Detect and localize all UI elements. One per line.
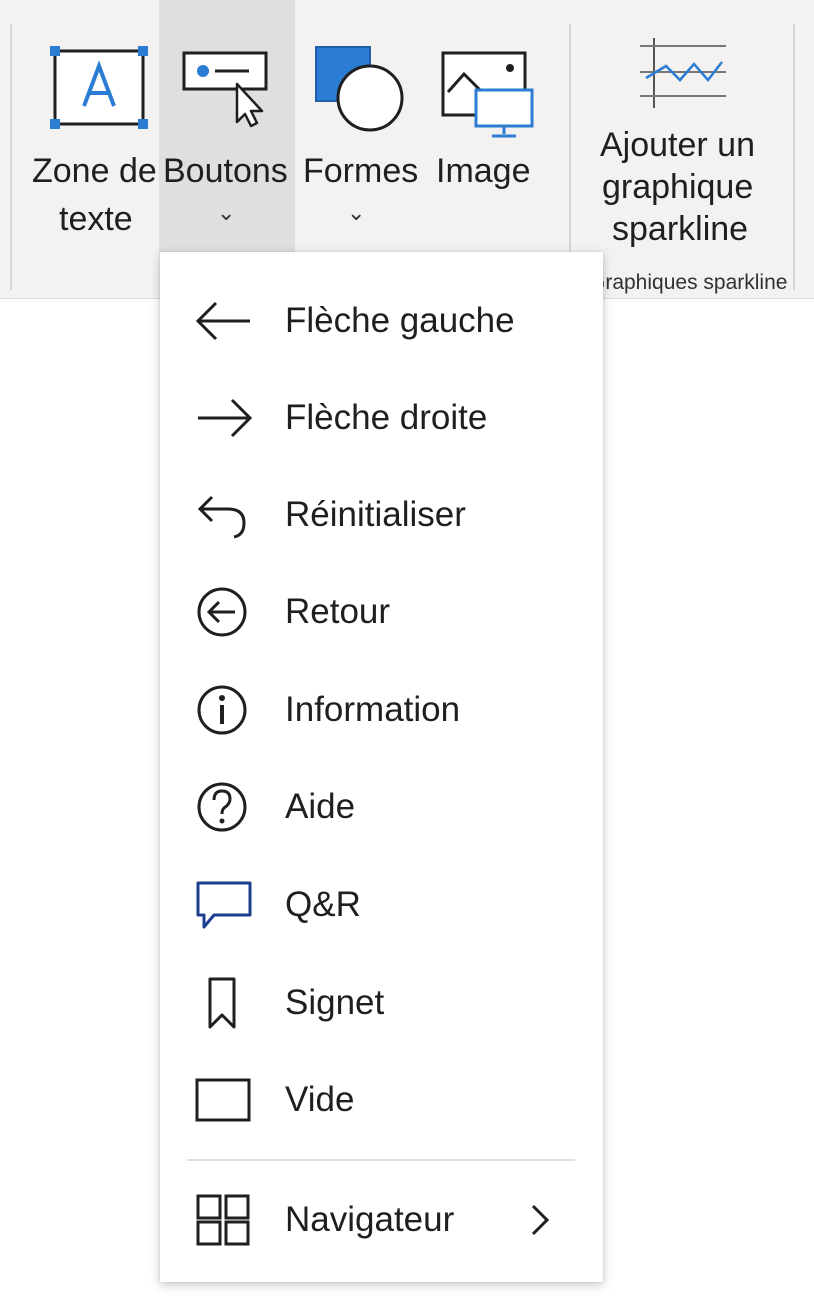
text-box-button[interactable]: Zone de texte <box>22 0 162 254</box>
text-box-icon <box>50 46 148 129</box>
add-sparkline-button[interactable]: Ajouter un graphique sparkline <box>580 0 785 254</box>
help-icon <box>197 782 247 832</box>
menu-item-bookmark[interactable]: Signet <box>160 955 603 1051</box>
sparkline-label-line3: sparkline <box>612 210 749 248</box>
menu-item-label: Information <box>285 690 461 729</box>
menu-item-label: Retour <box>285 592 391 631</box>
back-circle-icon <box>197 587 247 637</box>
menu-item-label: Réinitialiser <box>285 495 466 534</box>
menu-item-label: Flèche droite <box>285 398 488 437</box>
menu-item-label: Vide <box>285 1080 355 1119</box>
menu-item-label: Aide <box>285 787 356 826</box>
menu-item-navigator[interactable]: Navigateur <box>160 1172 603 1268</box>
menu-item-qna[interactable]: Q&R <box>160 857 603 953</box>
ribbon-separator <box>10 24 12 290</box>
text-box-label-line1: Zone de <box>32 152 157 190</box>
image-label: Image <box>436 152 531 190</box>
menu-item-label: Q&R <box>285 885 361 924</box>
navigator-icon <box>196 1194 250 1246</box>
reset-icon <box>197 495 246 539</box>
text-box-label-line2: texte <box>59 200 133 238</box>
menu-divider <box>187 1159 575 1161</box>
image-button[interactable]: Image <box>428 0 552 254</box>
ribbon-separator <box>793 24 795 290</box>
arrow-left-icon <box>195 301 250 341</box>
bookmark-icon <box>208 977 236 1029</box>
shapes-dropdown-button[interactable]: Formes ⌄ <box>297 0 425 254</box>
sparkline-label-line1: Ajouter un <box>600 126 755 164</box>
menu-item-label: Navigateur <box>285 1200 455 1239</box>
buttons-dropdown-button[interactable]: Boutons ⌄ <box>159 0 295 254</box>
chevron-down-icon: ⌄ <box>217 200 236 225</box>
sparkline-label-line2: graphique <box>602 168 754 206</box>
buttons-label: Boutons <box>163 152 288 190</box>
menu-item-help[interactable]: Aide <box>160 759 603 855</box>
chevron-down-icon: ⌄ <box>347 200 366 225</box>
menu-item-label: Signet <box>285 983 385 1022</box>
menu-item-information[interactable]: Information <box>160 662 603 758</box>
shapes-icon <box>315 46 404 132</box>
sparkline-group-label: Graphiques sparkline <box>598 266 794 300</box>
menu-item-blank[interactable]: Vide <box>160 1052 603 1148</box>
buttons-dropdown-menu: Flèche gauche Flèche droite Réinitialise… <box>160 252 603 1282</box>
chevron-right-icon <box>531 1204 550 1236</box>
menu-item-label: Flèche gauche <box>285 301 515 340</box>
menu-item-right-arrow[interactable]: Flèche droite <box>160 370 603 466</box>
info-icon <box>197 685 247 735</box>
menu-item-left-arrow[interactable]: Flèche gauche <box>160 273 603 369</box>
sparkline-icon <box>640 38 726 108</box>
arrow-right-icon <box>198 398 253 438</box>
ribbon-separator <box>569 24 571 256</box>
image-icon <box>441 51 534 138</box>
shapes-label: Formes <box>303 152 419 190</box>
menu-item-reset[interactable]: Réinitialiser <box>160 467 603 563</box>
buttons-icon <box>182 51 268 128</box>
sparkline-group-label-text: Graphiques sparkline <box>598 271 788 294</box>
blank-icon <box>195 1078 251 1122</box>
menu-item-back[interactable]: Retour <box>160 564 603 660</box>
qna-icon <box>196 881 252 929</box>
